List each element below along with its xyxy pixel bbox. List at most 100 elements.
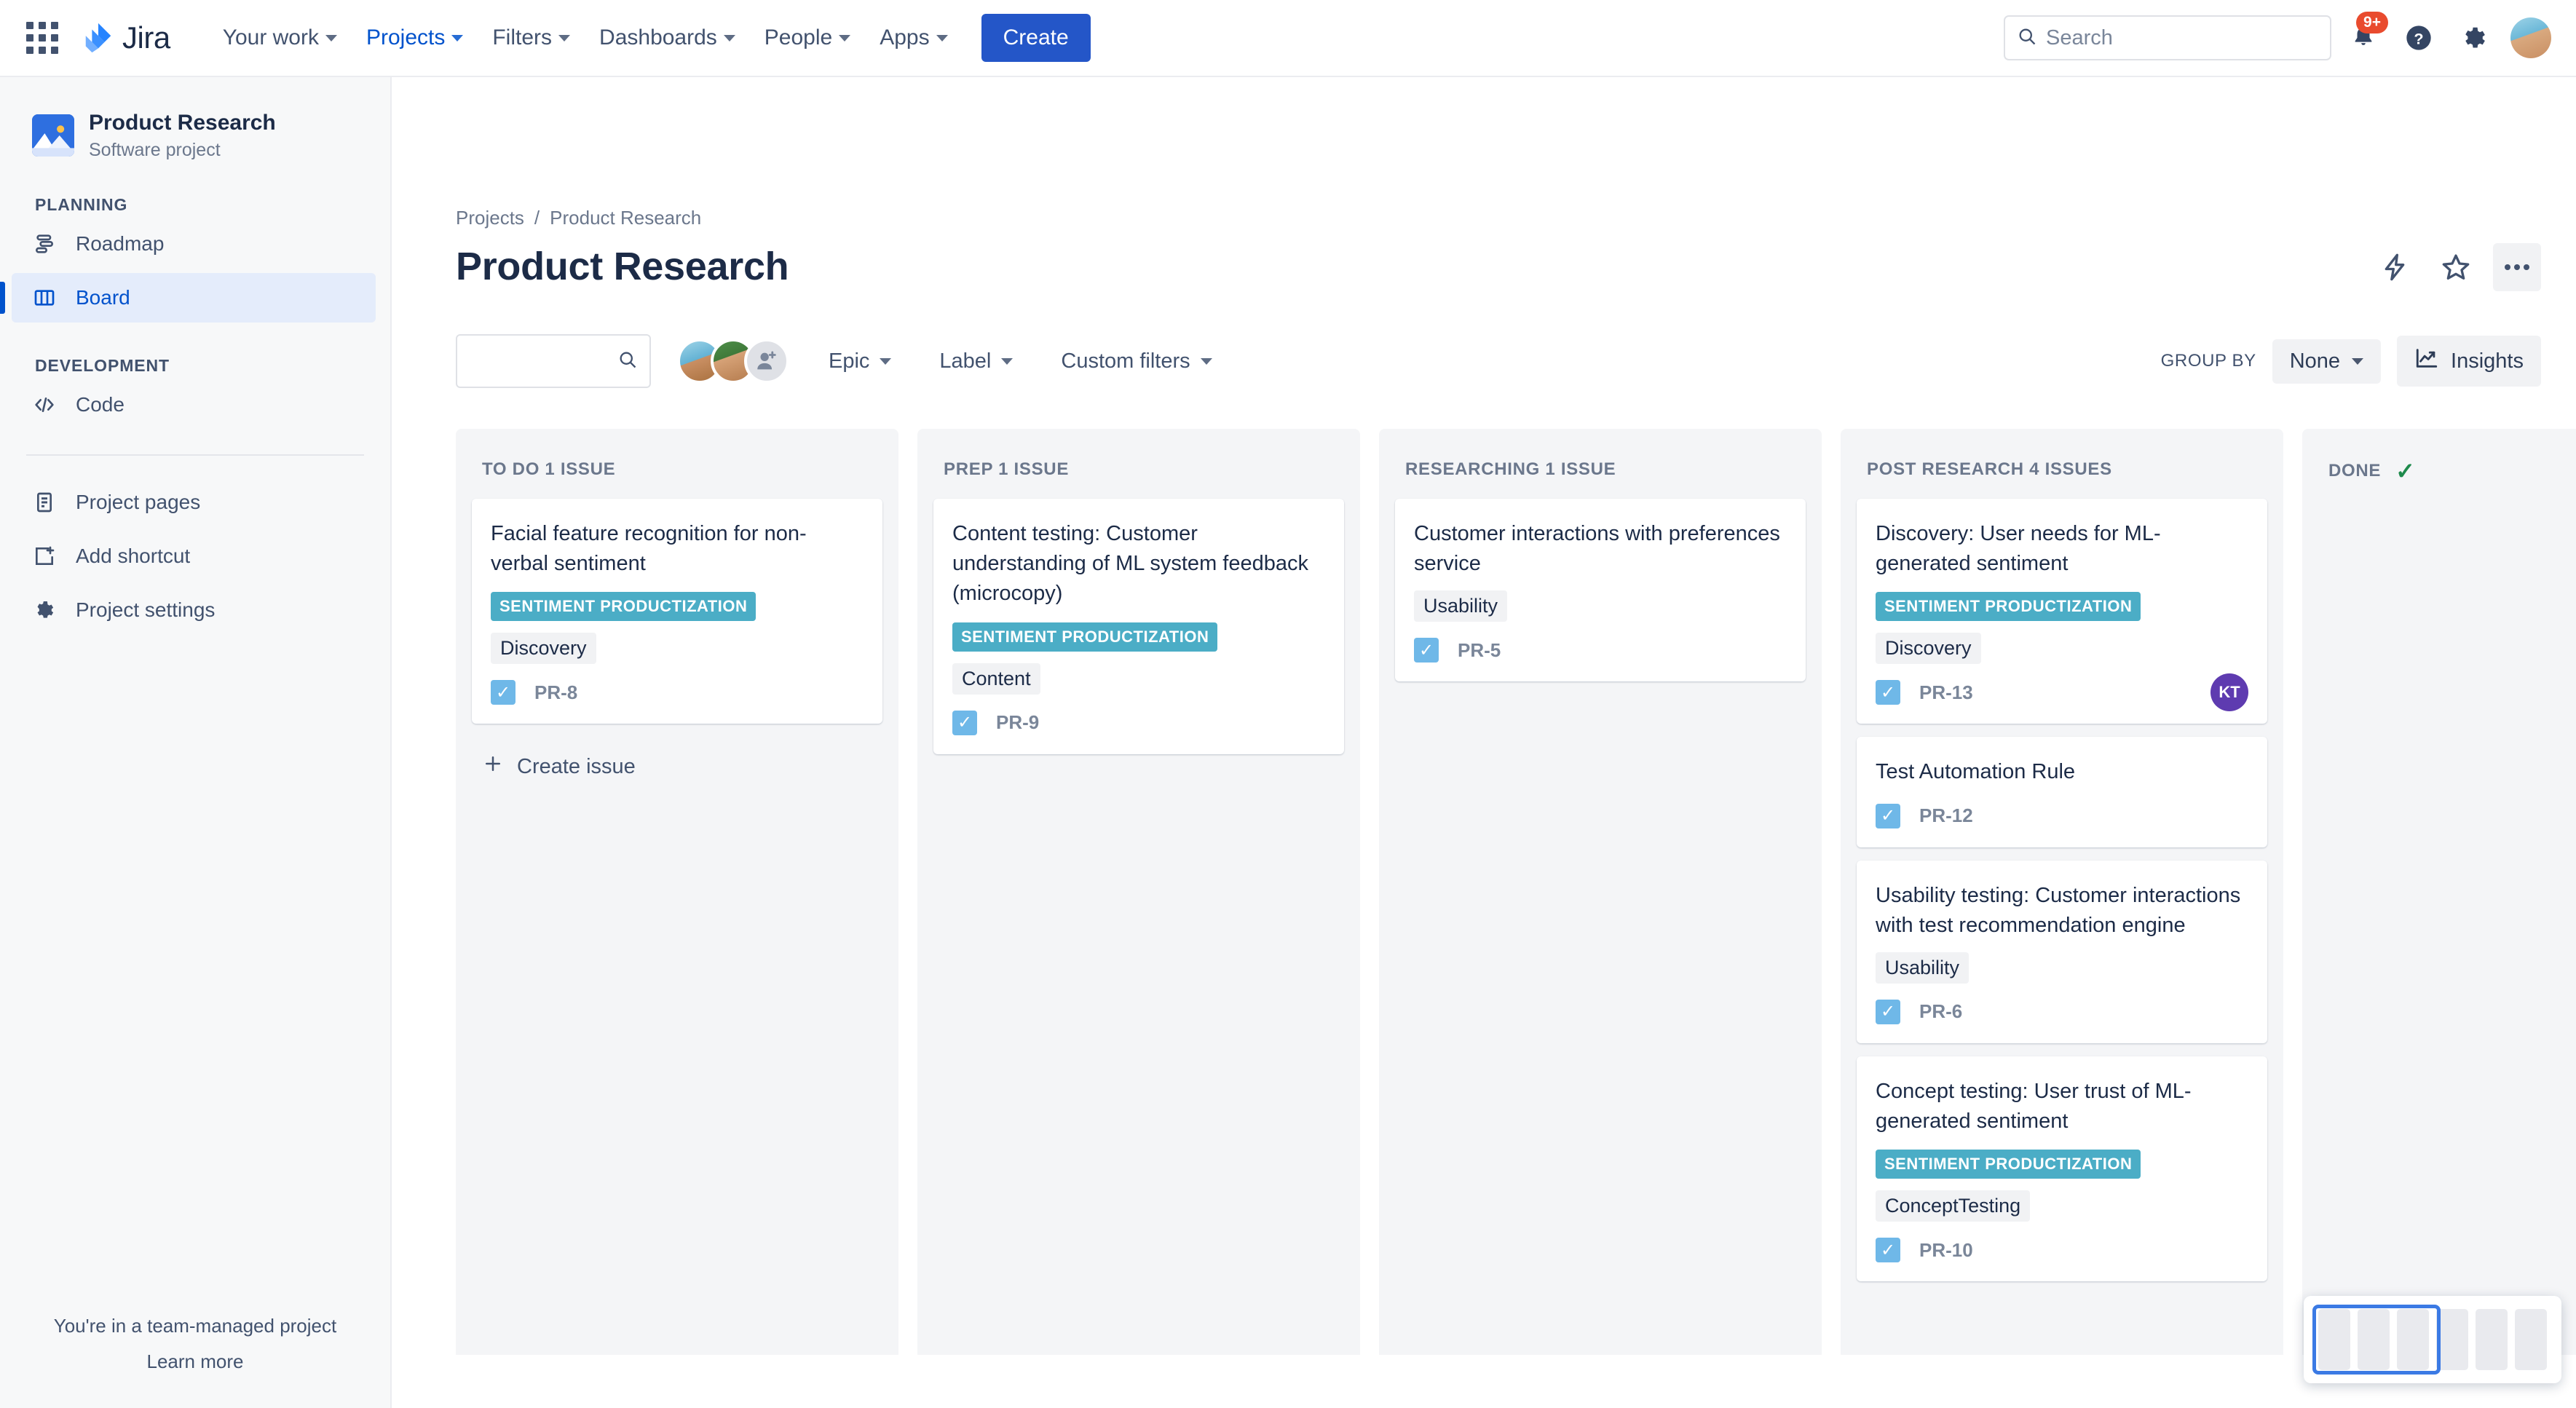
- minimap-column: [2436, 1309, 2468, 1370]
- group-by-select[interactable]: None: [2272, 339, 2382, 384]
- nav-filters[interactable]: Filters: [478, 17, 585, 59]
- user-avatar[interactable]: [2510, 17, 2551, 58]
- chevron-down-icon: [1200, 357, 1212, 365]
- nav-your-work[interactable]: Your work: [208, 17, 352, 59]
- chevron-down-icon: [325, 34, 337, 41]
- done-check-icon: ✓: [2395, 458, 2416, 484]
- sidebar-item-add-shortcut[interactable]: Add shortcut: [12, 531, 376, 581]
- filter-custom-filters[interactable]: Custom filters: [1046, 339, 1226, 384]
- column-header: DONE ✓: [2328, 458, 2416, 484]
- issue-key: PR-6: [1919, 1000, 1963, 1023]
- issue-key: PR-5: [1458, 638, 1501, 661]
- add-shortcut-icon: [32, 544, 57, 569]
- issue-card[interactable]: Content testing: Customer understanding …: [933, 499, 1344, 754]
- nav-people[interactable]: People: [750, 17, 865, 59]
- project-type: Software project: [89, 139, 221, 160]
- issue-title: Test Automation Rule: [1876, 760, 2076, 784]
- search-icon: [2017, 26, 2037, 50]
- apps-grid-icon[interactable]: [26, 22, 58, 54]
- create-button[interactable]: Create: [981, 14, 1091, 62]
- star-favorite-icon[interactable]: [2432, 243, 2480, 291]
- issue-label-chip[interactable]: Discovery: [1876, 633, 1981, 665]
- nav-right-actions: 9+ ?: [2004, 12, 2551, 61]
- column-header: RESEARCHING 1 ISSUE: [1405, 459, 1616, 479]
- board-column-done: DONE ✓ See all D: [2302, 429, 2576, 1355]
- issue-card-footer: ✓ PR-9: [952, 710, 1325, 735]
- add-people-button[interactable]: [744, 339, 789, 384]
- board-column-researching: RESEARCHING 1 ISSUE Customer interaction…: [1379, 429, 1822, 1355]
- issue-card[interactable]: Concept testing: User trust of ML-genera…: [1857, 1056, 2267, 1282]
- breadcrumb-projects[interactable]: Projects: [456, 207, 524, 229]
- help-circle-icon[interactable]: ?: [2395, 15, 2442, 61]
- issue-card-footer: ✓ PR-10: [1876, 1238, 2248, 1263]
- create-issue-label: Create issue: [517, 754, 636, 778]
- sidebar-item-code[interactable]: Code: [12, 380, 376, 430]
- automation-lightning-icon[interactable]: [2371, 243, 2419, 291]
- sidebar-item-board[interactable]: Board: [0, 273, 376, 323]
- issue-label-chip[interactable]: Content: [952, 663, 1040, 695]
- more-options-icon[interactable]: [2493, 243, 2541, 291]
- page-header-actions: [2371, 243, 2541, 291]
- issue-card[interactable]: Discovery: User needs for ML-generated s…: [1857, 499, 2267, 724]
- notifications-button[interactable]: 9+: [2340, 12, 2388, 61]
- board-column-todo: TO DO 1 ISSUE Facial feature recognition…: [456, 429, 898, 1355]
- task-type-icon: ✓: [1876, 803, 1900, 828]
- global-search-input[interactable]: [2046, 25, 2318, 50]
- search-icon: [617, 349, 638, 373]
- nav-dashboards[interactable]: Dashboards: [585, 17, 750, 59]
- board-column-prep: PREP 1 ISSUE Content testing: Customer u…: [917, 429, 1360, 1355]
- issue-label-chip[interactable]: Usability: [1876, 952, 1969, 984]
- gear-icon[interactable]: [2451, 15, 2497, 61]
- project-sidebar: Product Research Software project PLANNI…: [0, 77, 392, 1408]
- chevron-down-icon: [936, 34, 948, 41]
- sidebar-item-label: Board: [76, 286, 130, 309]
- avatar[interactable]: KT: [2210, 673, 2248, 712]
- issue-title: Concept testing: User trust of ML-genera…: [1876, 1079, 2192, 1134]
- sidebar-section-development: DEVELOPMENT: [35, 356, 170, 375]
- sidebar-item-label: Add shortcut: [76, 545, 191, 567]
- filter-epic[interactable]: Epic: [814, 339, 906, 384]
- issue-label-chip[interactable]: Discovery: [491, 633, 596, 665]
- see-all-done-link[interactable]: See all D: [2318, 502, 2576, 552]
- sidebar-item-label: Code: [76, 393, 125, 416]
- board-search-box[interactable]: [456, 334, 651, 388]
- issue-card[interactable]: Test Automation Rule ✓ PR-12: [1857, 737, 2267, 847]
- jira-home-logo[interactable]: Jira: [82, 20, 170, 55]
- page-title: Product Research: [456, 245, 789, 288]
- issue-label-chip[interactable]: Usability: [1414, 590, 1508, 622]
- epic-badge[interactable]: SENTIMENT PRODUCTIZATION: [1876, 1150, 2141, 1179]
- board-minimap-scrollbar[interactable]: [2304, 1296, 2561, 1383]
- nav-projects[interactable]: Projects: [352, 17, 478, 59]
- sidebar-item-project-settings[interactable]: Project settings: [12, 585, 376, 635]
- sidebar-item-project-pages[interactable]: Project pages: [12, 478, 376, 527]
- create-issue-button[interactable]: Create issue: [472, 737, 882, 796]
- column-header: TO DO 1 ISSUE: [482, 459, 616, 479]
- breadcrumb: Projects / Product Research: [456, 77, 2576, 229]
- insights-button[interactable]: Insights: [2397, 336, 2541, 387]
- epic-badge[interactable]: SENTIMENT PRODUCTIZATION: [491, 592, 756, 622]
- toolbar-right: GROUP BY None Insights: [2161, 334, 2541, 388]
- board-column-post-research: POST RESEARCH 4 ISSUES Discovery: User n…: [1841, 429, 2283, 1355]
- board-search-input[interactable]: [469, 349, 617, 373]
- issue-card-footer: ✓ PR-8: [491, 680, 864, 705]
- learn-more-link[interactable]: Learn more: [0, 1350, 390, 1373]
- epic-badge[interactable]: SENTIMENT PRODUCTIZATION: [1876, 592, 2141, 622]
- epic-badge[interactable]: SENTIMENT PRODUCTIZATION: [952, 622, 1218, 652]
- chevron-down-icon: [1001, 357, 1014, 365]
- task-type-icon: ✓: [952, 710, 977, 735]
- sidebar-item-roadmap[interactable]: Roadmap: [12, 219, 376, 269]
- nav-apps[interactable]: Apps: [865, 17, 962, 59]
- project-header[interactable]: Product Research Software project: [0, 83, 390, 162]
- issue-label-chip[interactable]: ConceptTesting: [1876, 1190, 2031, 1222]
- breadcrumb-current[interactable]: Product Research: [550, 207, 701, 229]
- primary-nav: Your work Projects Filters Dashboards Pe…: [208, 14, 1091, 62]
- chevron-down-icon: [2352, 357, 2364, 365]
- issue-card[interactable]: Facial feature recognition for non-verba…: [472, 499, 882, 724]
- minimap-viewport-handle[interactable]: [2312, 1305, 2441, 1375]
- issue-card[interactable]: Customer interactions with preferences s…: [1395, 499, 1806, 682]
- filter-label[interactable]: Label: [925, 339, 1027, 384]
- main-content: Projects / Product Research Product Rese…: [392, 77, 2576, 1408]
- issue-card-footer: ✓ PR-12: [1876, 803, 2248, 828]
- global-search-box[interactable]: [2004, 15, 2331, 60]
- issue-card[interactable]: Usability testing: Customer interactions…: [1857, 860, 2267, 1043]
